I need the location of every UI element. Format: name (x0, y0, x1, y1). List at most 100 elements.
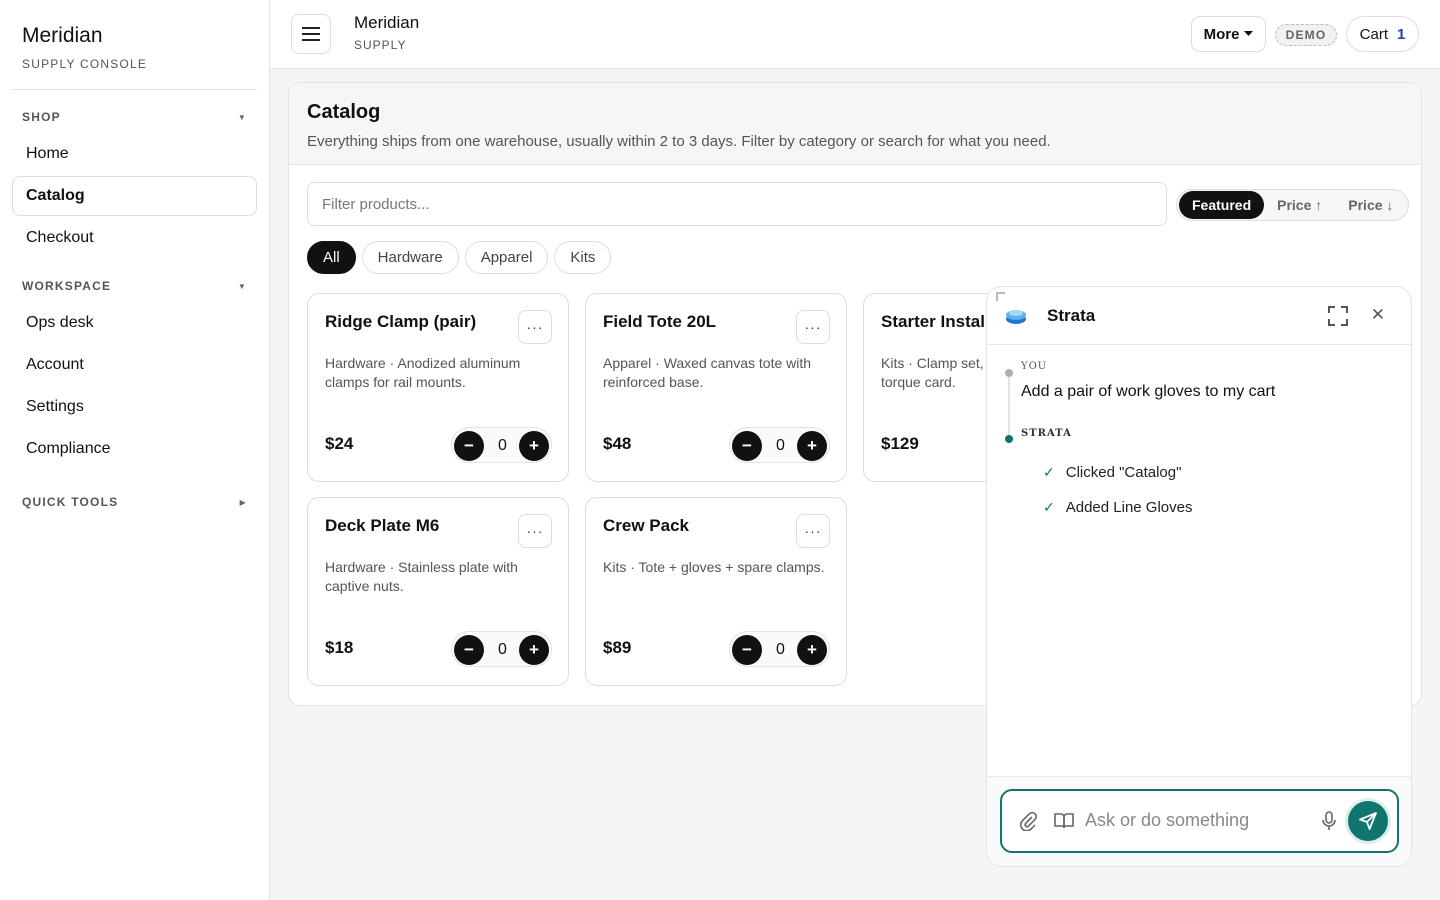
product-name: Deck Plate M6 (325, 516, 440, 535)
increment-button[interactable]: + (797, 635, 827, 665)
product-name: Field Tote 20L (603, 312, 717, 331)
more-options-icon[interactable]: ··· (518, 310, 552, 344)
sidebar: Meridian SUPPLY CONSOLE SHOP ▼ Home Cata… (0, 0, 270, 900)
sidebar-item-checkout[interactable]: Checkout (12, 218, 257, 258)
assistant-title: Strata (1047, 305, 1096, 325)
more-options-icon[interactable]: ··· (796, 514, 830, 548)
chip-apparel[interactable]: Apparel (464, 241, 549, 274)
demo-badge: DEMO (1275, 24, 1337, 46)
product-description: Apparel · Waxed canvas tote with reinfor… (603, 355, 812, 390)
caret-down-icon: ▼ (237, 112, 247, 122)
action-step: ✓ Clicked "Catalog" (1043, 464, 1181, 481)
check-icon: ✓ (1043, 499, 1055, 515)
timeline-dot-user (1005, 369, 1013, 377)
increment-button[interactable]: + (519, 635, 549, 665)
strata-logo-icon (1006, 309, 1026, 324)
sort-toggle: Featured Price ↑ Price ↓ (1176, 189, 1410, 221)
sort-price-asc[interactable]: Price ↑ (1264, 191, 1335, 219)
microphone-icon[interactable] (1322, 811, 1336, 831)
section-quick-tools-label: QUICK TOOLS (22, 495, 119, 509)
catalog-header: Catalog Everything ships from one wareho… (289, 83, 1421, 165)
decrement-button[interactable]: − (454, 635, 484, 665)
assistant-panel: Strata ✕ YOU Add a pair of work gloves t… (986, 286, 1412, 867)
quantity-stepper: − 0 + (451, 427, 552, 463)
brand-title: Meridian (22, 24, 103, 47)
chip-hardware[interactable]: Hardware (361, 241, 459, 274)
product-name: Ridge Clamp (pair) (325, 312, 477, 331)
action-step-text: Clicked "Catalog" (1065, 464, 1182, 481)
brand: Meridian SUPPLY CONSOLE (12, 0, 257, 90)
sidebar-item-settings[interactable]: Settings (12, 387, 257, 427)
user-message: Add a pair of work gloves to my cart (1021, 383, 1276, 400)
quantity-stepper: − 0 + (729, 631, 830, 667)
caret-down-icon: ▼ (237, 281, 247, 291)
product-description: Hardware · Stainless plate with captive … (325, 559, 518, 594)
cart-count: 1 (1397, 25, 1406, 43)
action-step: ✓ Added Line Gloves (1043, 499, 1193, 516)
hamburger-icon (302, 27, 320, 41)
product-card: Crew Pack ··· Kits · Tote + gloves + spa… (585, 497, 847, 686)
product-description: Kits · Tote + gloves + spare clamps. (603, 559, 825, 575)
close-icon[interactable]: ✕ (1371, 305, 1385, 325)
product-card: Deck Plate M6 ··· Hardware · Stainless p… (307, 497, 569, 686)
product-description: Hardware · Anodized aluminum clamps for … (325, 355, 521, 390)
catalog-description: Everything ships from one warehouse, usu… (307, 133, 1051, 150)
book-icon[interactable] (1054, 812, 1074, 830)
sidebar-item-catalog[interactable]: Catalog (12, 176, 257, 216)
decrement-button[interactable]: − (732, 635, 762, 665)
product-description: Kits · Clamp set, torque card. (881, 355, 984, 390)
increment-button[interactable]: + (519, 431, 549, 461)
more-options-icon[interactable]: ··· (518, 514, 552, 548)
expand-icon[interactable] (1327, 305, 1349, 327)
product-price: $18 (325, 638, 354, 657)
assistant-footer: Ask or do something (987, 776, 1411, 866)
check-icon: ✓ (1043, 464, 1055, 480)
increment-button[interactable]: + (797, 431, 827, 461)
section-shop-label: SHOP (22, 110, 61, 124)
brand-subtitle: SUPPLY CONSOLE (22, 57, 148, 71)
timeline-line (1008, 372, 1010, 442)
chip-all[interactable]: All (307, 241, 356, 274)
app-title: Meridian (354, 13, 420, 32)
topbar: Meridian SUPPLY More DEMO Cart 1 (270, 0, 1440, 69)
product-price: $89 (603, 638, 632, 657)
menu-button[interactable] (291, 14, 331, 54)
sidebar-item-home[interactable]: Home (12, 134, 257, 174)
product-name: Crew Pack (603, 516, 689, 535)
section-shop[interactable]: SHOP ▼ (0, 102, 269, 132)
caret-down-icon (1244, 31, 1254, 36)
product-price: $48 (603, 434, 632, 453)
more-button[interactable]: More (1191, 16, 1266, 52)
paperclip-icon[interactable] (1019, 811, 1037, 831)
caret-right-icon: ▶ (239, 497, 247, 507)
assistant-input[interactable]: Ask or do something (1000, 789, 1399, 853)
product-price: $129 (881, 434, 919, 453)
filter-input[interactable] (307, 182, 1167, 226)
sort-price-desc[interactable]: Price ↓ (1335, 191, 1406, 219)
user-label: YOU (1021, 361, 1048, 372)
app-subtitle: SUPPLY (354, 38, 407, 52)
send-button[interactable] (1348, 801, 1388, 841)
assistant-input-placeholder: Ask or do something (1085, 810, 1250, 830)
sort-featured[interactable]: Featured (1179, 191, 1265, 219)
resize-corner-icon[interactable] (996, 292, 1005, 301)
sidebar-item-ops-desk[interactable]: Ops desk (12, 303, 257, 343)
quantity-stepper: − 0 + (451, 631, 552, 667)
quantity-value: 0 (498, 641, 507, 658)
chip-kits[interactable]: Kits (554, 241, 612, 274)
sidebar-item-account[interactable]: Account (12, 345, 257, 385)
section-workspace[interactable]: WORKSPACE ▼ (0, 271, 269, 301)
decrement-button[interactable]: − (732, 431, 762, 461)
quantity-value: 0 (776, 437, 785, 454)
section-workspace-label: WORKSPACE (22, 279, 112, 293)
cart-button[interactable]: Cart 1 (1346, 16, 1419, 52)
quantity-value: 0 (776, 641, 785, 658)
sidebar-item-compliance[interactable]: Compliance (12, 429, 257, 469)
more-options-icon[interactable]: ··· (796, 310, 830, 344)
assistant-header: Strata ✕ (987, 287, 1411, 345)
timeline-dot-assistant (1005, 435, 1013, 443)
decrement-button[interactable]: − (454, 431, 484, 461)
catalog-title: Catalog (307, 101, 381, 123)
section-quick-tools[interactable]: QUICK TOOLS ▶ (0, 487, 269, 517)
assistant-label: STRATA (1021, 428, 1072, 439)
